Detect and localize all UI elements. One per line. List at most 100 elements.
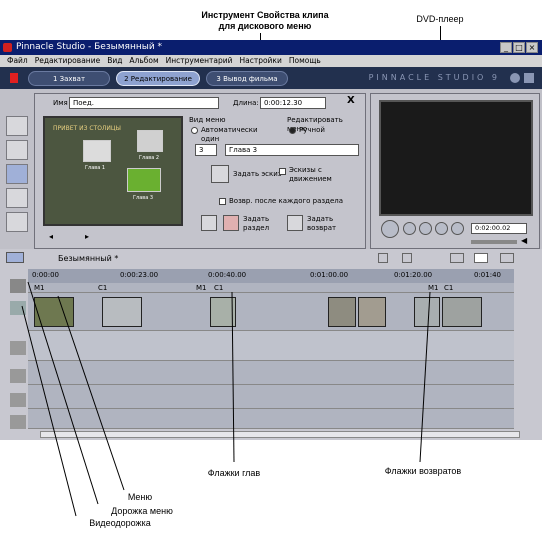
rewind-button[interactable]	[403, 222, 416, 235]
chapter-number-input[interactable]: 3	[195, 144, 217, 156]
menu-bar: Файл Редактирование Вид Альбом Инструментари…	[0, 55, 542, 67]
maximize-button[interactable]: □	[513, 42, 525, 53]
audio-track[interactable]	[28, 331, 514, 361]
timeline-toolbar-icon[interactable]	[6, 252, 24, 263]
annotation-chapter-flags: Флажки глав	[207, 468, 261, 478]
manual-radio[interactable]	[289, 127, 296, 134]
menu-item[interactable]: Инструментарий	[166, 56, 233, 65]
title-track[interactable]	[28, 361, 514, 385]
video-track-icon[interactable]	[10, 301, 26, 315]
menu-marker[interactable]: M1	[196, 284, 207, 292]
trash-icon[interactable]	[402, 253, 412, 263]
frame-grab-icon[interactable]	[6, 212, 28, 232]
video-clip[interactable]	[442, 297, 482, 327]
menu-marker[interactable]: M1	[428, 284, 439, 292]
nav-prev-icon[interactable]: ◂	[49, 232, 53, 241]
fast-forward-button[interactable]	[451, 222, 464, 235]
auto-radio[interactable]	[191, 127, 198, 134]
set-thumbnail-button[interactable]	[211, 165, 229, 183]
nav-next-icon[interactable]: ▸	[85, 232, 89, 241]
menu-thumbnail-2[interactable]	[137, 130, 163, 152]
manual-option-label: Ручной	[299, 126, 325, 134]
set-return-label-1: Задать	[307, 215, 334, 223]
timeline: Безымянный * 0:00:00 0:00:23.00 0:00:40.…	[0, 249, 542, 440]
audio-track-icon[interactable]	[10, 341, 26, 355]
set-chapter-button[interactable]	[223, 215, 239, 231]
menu-marker-track[interactable]: M1 C1 M1 C1 M1 C1	[28, 283, 514, 293]
help-icon[interactable]	[510, 73, 520, 83]
chapter-marker[interactable]: C1	[214, 284, 223, 292]
ruler-label: 0:01:00.00	[310, 271, 349, 279]
title-track-icon[interactable]	[10, 369, 26, 383]
video-clip[interactable]	[328, 297, 356, 327]
annotation-dvd-player: DVD-плеер	[416, 14, 464, 24]
red-flag-icon	[10, 73, 18, 83]
timeline-view-icon[interactable]	[474, 253, 488, 263]
video-clip[interactable]	[358, 297, 386, 327]
window-icon[interactable]	[524, 73, 534, 83]
step-forward-button[interactable]	[435, 222, 448, 235]
step-back-button[interactable]	[419, 222, 432, 235]
menu-item[interactable]: Редактирование	[35, 56, 100, 65]
chapter-name-input[interactable]: Глава 3	[225, 144, 359, 156]
menu-thumbnail-3[interactable]	[127, 168, 161, 192]
speaker-icon: ◀	[521, 236, 528, 245]
set-chapter-label-1: Задать	[243, 215, 270, 223]
minimize-button[interactable]: _	[500, 42, 512, 53]
sound-effect-track-icon[interactable]	[10, 393, 26, 407]
annotation-video-track: Видеодорожка	[89, 518, 151, 528]
name-label: Имя	[53, 99, 68, 107]
tab-edit[interactable]: 2 Редактирование	[116, 71, 200, 86]
chapter-marker[interactable]: C1	[98, 284, 107, 292]
close-panel-icon[interactable]: X	[347, 96, 355, 106]
view-menu-label: Вид меню	[189, 116, 226, 124]
menu-item[interactable]: Помощь	[289, 56, 321, 65]
clip-properties-icon[interactable]	[6, 164, 28, 184]
mode-tab-bar: 1 Захват 2 Редактирование 3 Вывод фильма…	[0, 67, 542, 89]
video-clip[interactable]	[102, 297, 142, 327]
set-chapter-label-2: раздел	[243, 224, 270, 232]
window-title: Pinnacle Studio - Безымянный *	[16, 42, 163, 52]
menu-thumb-label-1: Глава 1	[85, 165, 106, 171]
menu-item[interactable]: Вид	[107, 56, 122, 65]
ruler-label: 0:00:00	[32, 271, 59, 279]
name-input[interactable]: Поед.	[69, 97, 219, 109]
set-return-button[interactable]	[287, 215, 303, 231]
title-editor-icon[interactable]	[6, 188, 28, 208]
menu-track-icon[interactable]	[10, 279, 26, 293]
menu-preview[interactable]: ПРИВЕТ ИЗ СТОЛИЦЫ Глава 1 Глава 2 Глава …	[43, 116, 183, 226]
duration-input[interactable]: 0:00:12.30	[260, 97, 326, 109]
video-track[interactable]	[28, 293, 514, 331]
ruler-label: 0:00:40.00	[208, 271, 247, 279]
volume-slider[interactable]	[471, 240, 517, 244]
razor-icon[interactable]	[378, 253, 388, 263]
video-toolbox-icon[interactable]	[6, 116, 28, 136]
music-track-icon[interactable]	[10, 415, 26, 429]
menu-clip[interactable]	[34, 297, 74, 327]
video-clip[interactable]	[210, 297, 236, 327]
ruler-label: 0:01:20.00	[394, 271, 433, 279]
menu-item[interactable]: Настройки	[239, 56, 281, 65]
menu-item[interactable]: Альбом	[129, 56, 158, 65]
menu-thumbnail-1[interactable]	[83, 140, 111, 162]
timeline-ruler[interactable]: 0:00:00 0:00:23.00 0:00:40.00 0:01:00.00…	[28, 269, 514, 283]
video-clip[interactable]	[414, 297, 440, 327]
storyboard-view-icon[interactable]	[450, 253, 464, 263]
ruler-label: 0:00:23.00	[120, 271, 159, 279]
menu-marker[interactable]: M1	[34, 284, 45, 292]
menu-thumb-label-2: Глава 2	[139, 155, 160, 161]
music-track[interactable]	[28, 409, 514, 429]
tab-capture[interactable]: 1 Захват	[28, 71, 110, 86]
tab-make-movie[interactable]: 3 Вывод фильма	[206, 71, 288, 86]
text-view-icon[interactable]	[500, 253, 514, 263]
close-button[interactable]: ×	[526, 42, 538, 53]
chapter-marker[interactable]: C1	[444, 284, 453, 292]
menu-item[interactable]: Файл	[7, 56, 28, 65]
return-after-checkbox[interactable]	[219, 198, 226, 205]
play-button[interactable]	[381, 220, 399, 238]
timeline-scrollbar[interactable]	[40, 431, 520, 438]
unlink-button[interactable]	[201, 215, 217, 231]
sound-effect-track[interactable]	[28, 385, 514, 409]
audio-toolbox-icon[interactable]	[6, 140, 28, 160]
motion-thumbs-checkbox[interactable]	[279, 168, 286, 175]
